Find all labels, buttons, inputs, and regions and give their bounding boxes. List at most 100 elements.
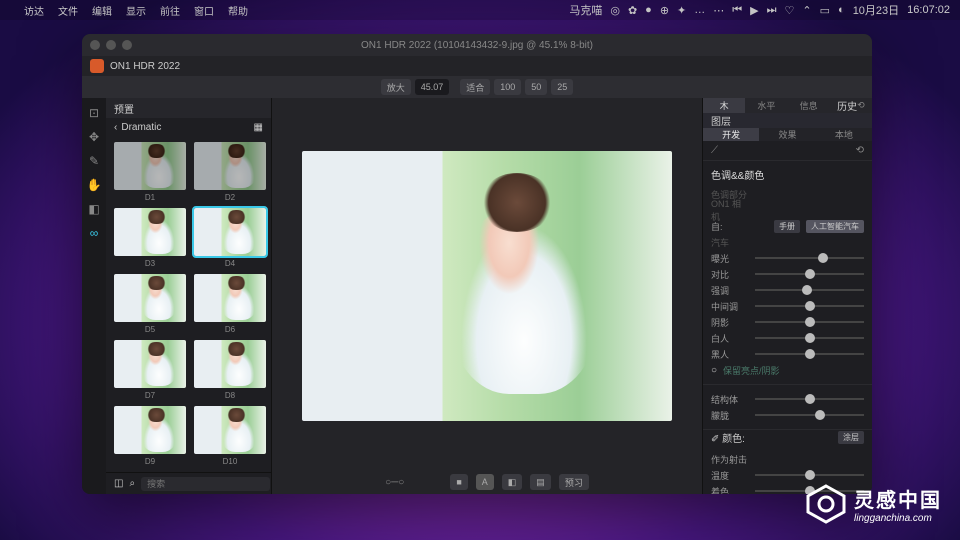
crop-tool-icon[interactable]: ⊡ — [87, 106, 101, 120]
next-track-icon[interactable]: ⏭ — [767, 4, 777, 17]
protect-toggle[interactable]: ○ — [711, 365, 717, 376]
menu-finder[interactable]: 访达 — [24, 3, 44, 18]
preset-label: D6 — [225, 325, 235, 334]
manual-mode-chip[interactable]: 手册 — [774, 220, 800, 233]
preset-thumb[interactable]: D6 — [194, 274, 266, 334]
status-icon[interactable]: ● — [645, 4, 652, 16]
app-window: ON1 HDR 2022 (10104143432-9.jpg @ 45.1% … — [82, 34, 872, 494]
heart-icon[interactable]: ♡ — [785, 4, 795, 17]
battery-icon[interactable]: ▭ — [820, 4, 830, 17]
grid-view-icon[interactable]: ▦ — [254, 122, 263, 133]
menu-view[interactable]: 显示 — [126, 3, 146, 18]
tab-nav[interactable]: 木 — [703, 98, 745, 113]
preset-thumb[interactable]: D1 — [114, 142, 186, 202]
menu-file[interactable]: 文件 — [58, 3, 78, 18]
compare-icon[interactable]: ◫ — [114, 478, 123, 489]
app-logo-icon — [90, 59, 104, 73]
ai-mode-chip[interactable]: 人工智能汽车 — [806, 220, 864, 233]
zoom-25-button[interactable]: 25 — [551, 79, 573, 95]
slider-label: 黑人 — [711, 348, 749, 361]
reset-icon[interactable]: ⟲ — [856, 145, 864, 156]
wb-picker-icon[interactable]: ⟋ — [711, 145, 718, 156]
中间调-slider[interactable] — [755, 300, 864, 312]
image-viewer[interactable] — [272, 98, 702, 470]
ai-tool-icon[interactable]: ∞ — [87, 226, 101, 240]
menu-edit[interactable]: 编辑 — [92, 3, 112, 18]
subtab-develop[interactable]: 开发 — [703, 128, 759, 141]
layers-header[interactable]: 图层 — [703, 113, 872, 128]
preset-search-input[interactable] — [141, 477, 270, 491]
朦胧-slider[interactable] — [755, 409, 864, 421]
status-icon[interactable]: ✿ — [628, 4, 637, 17]
apply-button[interactable]: 涂层 — [838, 431, 864, 444]
preset-search-bar: ◫ ⌕ — [106, 472, 271, 494]
compare-toggle-icon[interactable]: ○─○ — [385, 477, 404, 488]
menu-help[interactable]: 帮助 — [228, 3, 248, 18]
zoom-label: 放大 — [381, 79, 411, 95]
structure-section: 结构体朦胧 — [703, 385, 872, 430]
preset-thumb[interactable]: D5 — [114, 274, 186, 334]
tab-history[interactable]: 历史 ⟲ — [830, 98, 872, 113]
presets-panel: 预置 ‹ Dramatic ▦ D1D2D3D4D5D6D7D8D9D10 ◫ … — [106, 98, 272, 494]
zoom-value-field[interactable]: 45.07 — [415, 79, 450, 95]
view-square-icon[interactable]: ■ — [450, 474, 467, 490]
preset-thumb[interactable]: D3 — [114, 208, 186, 268]
preset-thumb[interactable]: D4 — [194, 208, 266, 268]
zoom-100-button[interactable]: 100 — [494, 79, 521, 95]
tab-level[interactable]: 水平 — [745, 98, 787, 113]
preset-label: D8 — [225, 391, 235, 400]
status-icon[interactable]: … — [694, 4, 705, 16]
status-icon[interactable]: ⊕ — [660, 4, 669, 17]
preset-category: Dramatic — [121, 122, 161, 133]
view-a-button[interactable]: A — [476, 474, 494, 490]
eyedropper-icon[interactable]: ✐ — [711, 434, 719, 445]
wifi-icon[interactable]: ⌃ — [802, 4, 811, 17]
gradient-tool-icon[interactable]: ◧ — [87, 202, 101, 216]
温度-slider[interactable] — [755, 469, 864, 481]
brush-tool-icon[interactable]: ✎ — [87, 154, 101, 168]
preset-label: D9 — [145, 457, 155, 466]
move-tool-icon[interactable]: ✥ — [87, 130, 101, 144]
menu-go[interactable]: 前往 — [160, 3, 180, 18]
preset-label: D7 — [145, 391, 155, 400]
main-image — [302, 151, 672, 421]
subtab-local[interactable]: 本地 — [816, 128, 872, 141]
对比-slider[interactable] — [755, 268, 864, 280]
白人-slider[interactable] — [755, 332, 864, 344]
status-icon[interactable]: ◎ — [610, 4, 620, 17]
hand-tool-icon[interactable]: ✋ — [87, 178, 101, 192]
view-dual-icon[interactable]: ◧ — [502, 474, 523, 490]
prev-track-icon[interactable]: ⏮ — [732, 4, 742, 17]
status-icon[interactable]: ✦ — [677, 4, 686, 17]
黑人-slider[interactable] — [755, 348, 864, 360]
preset-label: D4 — [225, 259, 235, 268]
preset-thumb[interactable]: D7 — [114, 340, 186, 400]
zoom-50-button[interactable]: 50 — [525, 79, 547, 95]
as-shot-label: 作为射击 — [711, 453, 749, 466]
view-split-icon[interactable]: ▤ — [530, 474, 551, 490]
强调-slider[interactable] — [755, 284, 864, 296]
left-tool-strip: ⊡ ✥ ✎ ✋ ◧ ∞ — [82, 98, 106, 494]
preset-label: D5 — [145, 325, 155, 334]
canvas-bottom-bar: ○─○ ■ A ◧ ▤ 预习 — [272, 470, 702, 494]
结构体-slider[interactable] — [755, 393, 864, 405]
preset-thumb[interactable]: D2 — [194, 142, 266, 202]
preview-button[interactable]: 预习 — [559, 474, 589, 490]
slider-label: 着色 — [711, 485, 749, 495]
阴影-slider[interactable] — [755, 316, 864, 328]
status-icon[interactable]: ◐ — [838, 4, 845, 16]
preset-breadcrumb[interactable]: ‹ Dramatic ▦ — [106, 118, 271, 136]
slider-label: 中间调 — [711, 300, 749, 313]
fit-button[interactable]: 适合 — [460, 79, 490, 95]
subtab-effects[interactable]: 效果 — [759, 128, 815, 141]
tab-info[interactable]: 信息 — [788, 98, 830, 113]
曝光-slider[interactable] — [755, 252, 864, 264]
menu-window[interactable]: 窗口 — [194, 3, 214, 18]
status-icon[interactable]: ⋯ — [713, 4, 724, 17]
canvas-area: ○─○ ■ A ◧ ▤ 预习 — [272, 98, 702, 494]
preset-thumb[interactable]: D9 — [114, 406, 186, 466]
window-controls[interactable] — [90, 40, 132, 50]
play-icon[interactable]: ▶ — [750, 4, 758, 17]
preset-thumb[interactable]: D8 — [194, 340, 266, 400]
preset-thumb[interactable]: D10 — [194, 406, 266, 466]
